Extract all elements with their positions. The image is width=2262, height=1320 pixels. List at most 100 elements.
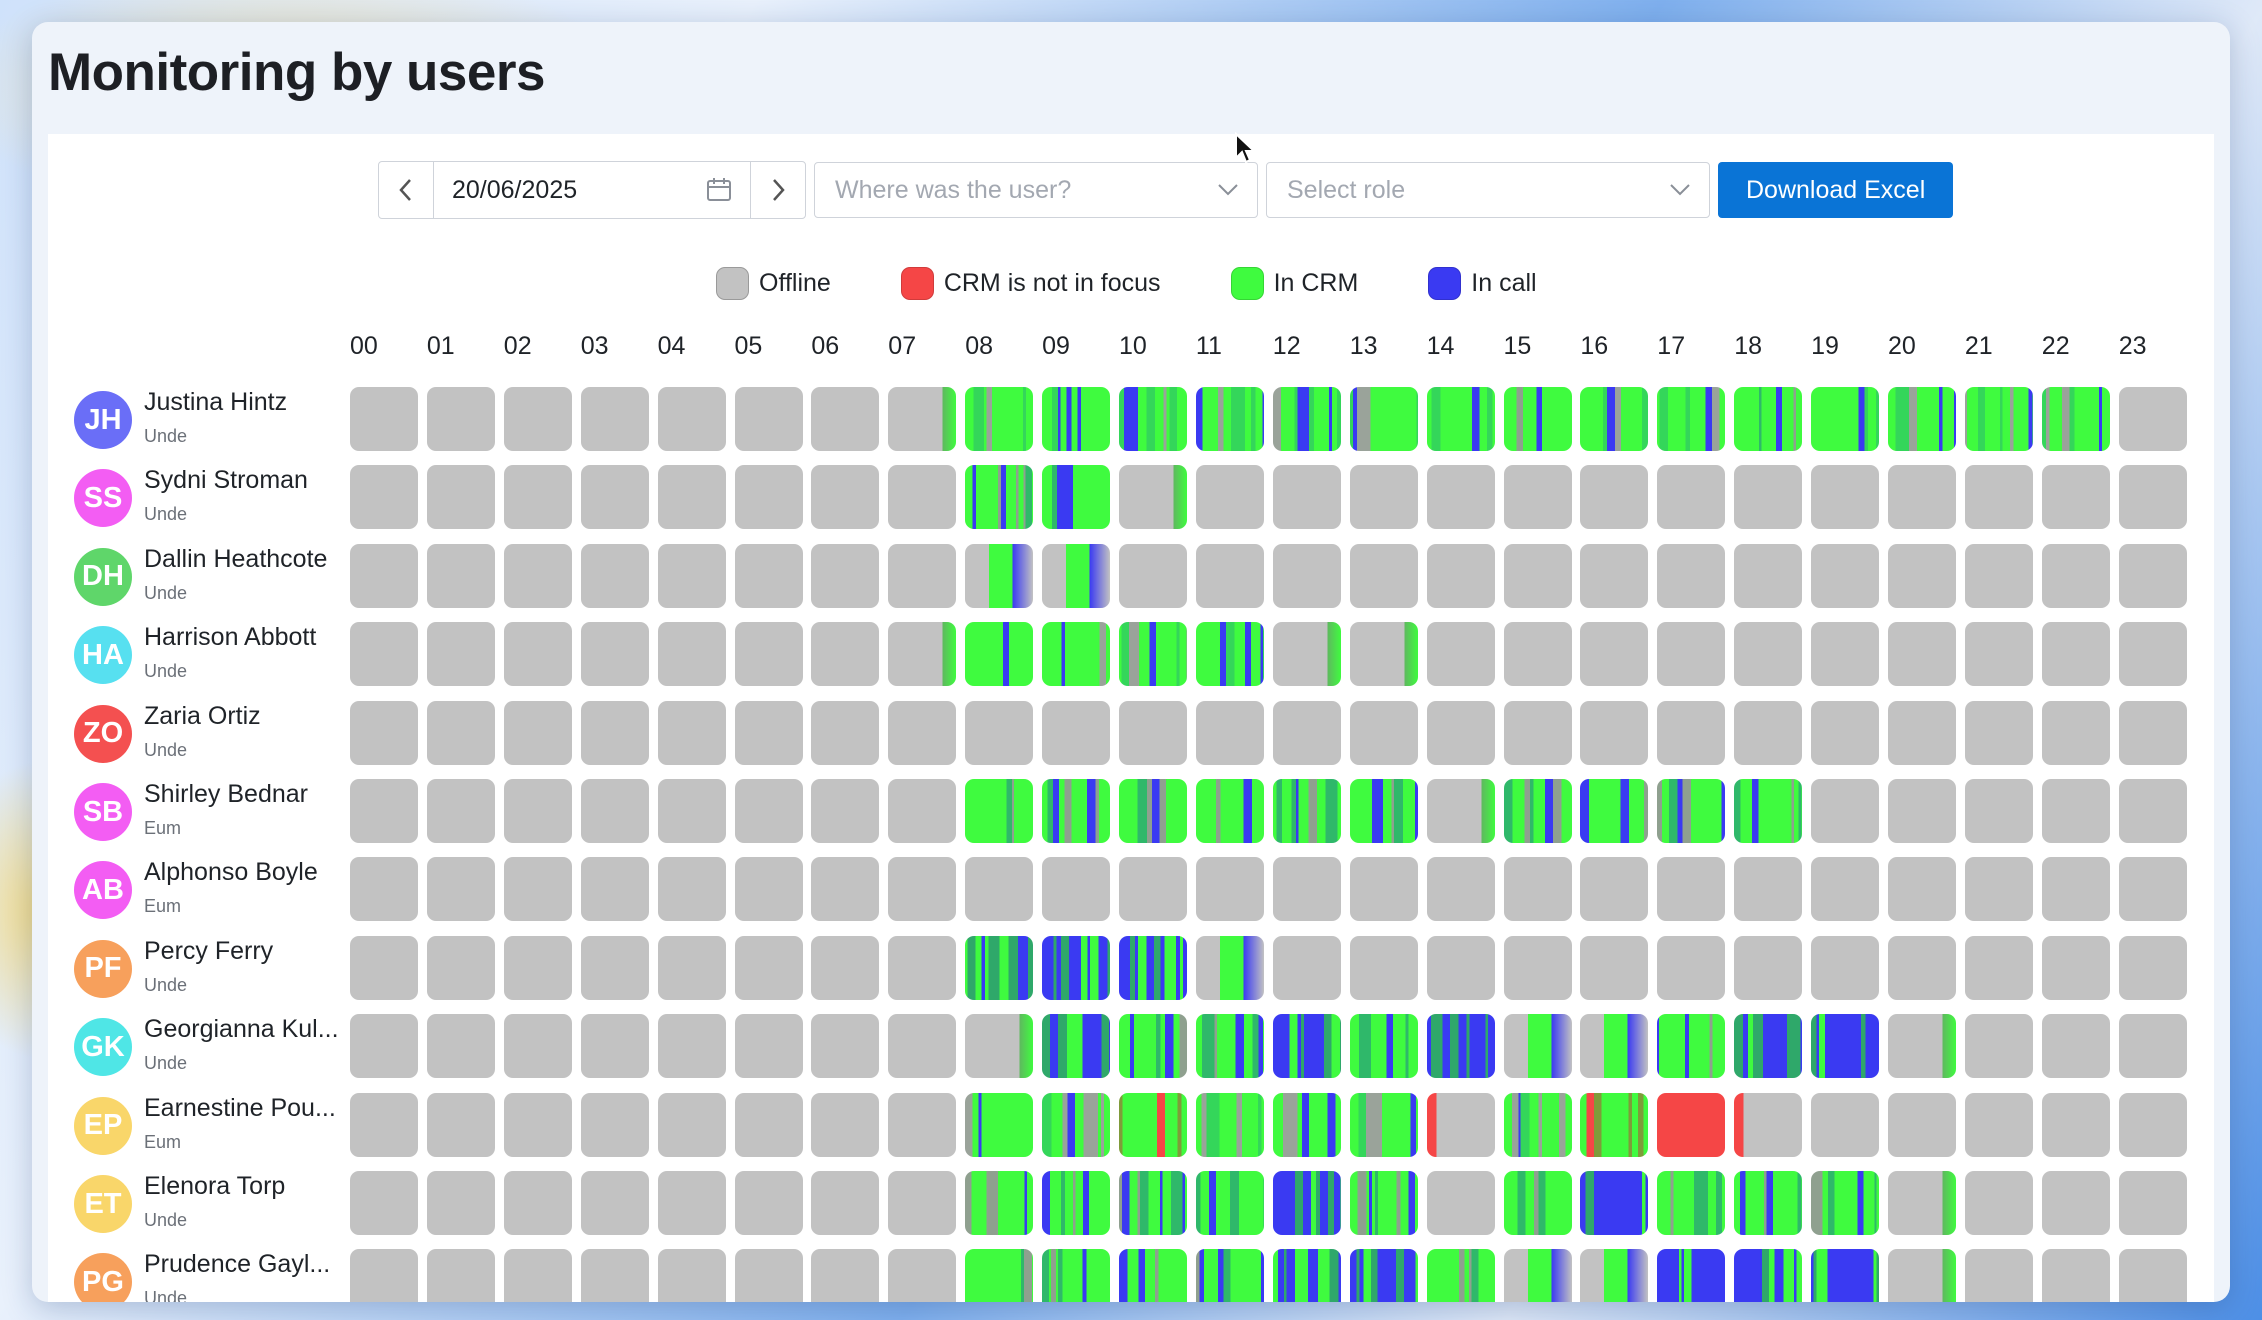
activity-cell[interactable] [1964, 387, 2033, 451]
activity-cell[interactable] [657, 857, 726, 922]
activity-cell[interactable] [1042, 1249, 1111, 1302]
activity-cell[interactable] [1503, 779, 1572, 843]
activity-cell[interactable] [888, 622, 957, 687]
activity-cell[interactable] [1042, 465, 1111, 530]
activity-cell[interactable] [1964, 543, 2033, 608]
activity-cell[interactable] [1119, 779, 1187, 843]
activity-cell[interactable] [1964, 1014, 2033, 1079]
activity-cell[interactable] [888, 387, 957, 451]
activity-cell[interactable] [350, 387, 418, 451]
activity-cell[interactable] [1426, 779, 1495, 843]
activity-cell[interactable] [2118, 935, 2187, 1000]
activity-cell[interactable] [965, 622, 1034, 687]
activity-cell[interactable] [811, 1171, 880, 1235]
activity-cell[interactable] [1657, 779, 1726, 843]
activity-cell[interactable] [350, 1249, 418, 1302]
activity-cell[interactable] [1119, 935, 1187, 1000]
activity-cell[interactable] [350, 935, 418, 1000]
activity-cell[interactable] [734, 1092, 803, 1157]
activity-cell[interactable] [1349, 779, 1418, 843]
activity-cell[interactable] [1657, 465, 1726, 530]
activity-cell[interactable] [1042, 1014, 1111, 1079]
activity-cell[interactable] [1888, 779, 1956, 843]
activity-cell[interactable] [1888, 700, 1956, 765]
activity-cell[interactable] [2118, 465, 2187, 530]
activity-cell[interactable] [426, 1092, 495, 1157]
activity-cell[interactable] [1734, 1014, 1803, 1079]
activity-cell[interactable] [503, 1014, 572, 1079]
activity-cell[interactable] [426, 700, 495, 765]
activity-cell[interactable] [657, 700, 726, 765]
activity-cell[interactable] [1734, 1249, 1803, 1302]
activity-cell[interactable] [657, 1092, 726, 1157]
activity-cell[interactable] [350, 622, 418, 687]
activity-cell[interactable] [580, 779, 649, 843]
activity-cell[interactable] [734, 779, 803, 843]
activity-cell[interactable] [580, 1249, 649, 1302]
activity-cell[interactable] [734, 935, 803, 1000]
activity-cell[interactable] [1657, 387, 1726, 451]
location-select[interactable]: Where was the user? [814, 162, 1258, 218]
activity-cell[interactable] [1734, 387, 1803, 451]
activity-cell[interactable] [657, 1249, 726, 1302]
activity-cell[interactable] [1503, 700, 1572, 765]
activity-cell[interactable] [1734, 779, 1803, 843]
activity-cell[interactable] [350, 465, 418, 530]
activity-cell[interactable] [580, 700, 649, 765]
activity-cell[interactable] [2041, 779, 2110, 843]
activity-cell[interactable] [1580, 387, 1649, 451]
activity-cell[interactable] [1272, 779, 1341, 843]
activity-cell[interactable] [503, 465, 572, 530]
activity-cell[interactable] [2118, 387, 2187, 451]
activity-cell[interactable] [580, 857, 649, 922]
activity-cell[interactable] [734, 857, 803, 922]
activity-cell[interactable] [1888, 1249, 1956, 1302]
activity-cell[interactable] [1888, 1171, 1956, 1235]
activity-cell[interactable] [965, 1014, 1034, 1079]
activity-cell[interactable] [503, 857, 572, 922]
activity-cell[interactable] [811, 700, 880, 765]
activity-cell[interactable] [1888, 935, 1956, 1000]
activity-cell[interactable] [350, 543, 418, 608]
activity-cell[interactable] [1119, 1249, 1187, 1302]
activity-cell[interactable] [1503, 935, 1572, 1000]
activity-cell[interactable] [1349, 1014, 1418, 1079]
activity-cell[interactable] [1272, 935, 1341, 1000]
activity-cell[interactable] [1811, 857, 1880, 922]
activity-cell[interactable] [2041, 857, 2110, 922]
activity-cell[interactable] [1119, 465, 1187, 530]
activity-cell[interactable] [1119, 1092, 1187, 1157]
activity-cell[interactable] [1119, 387, 1187, 451]
activity-cell[interactable] [1426, 387, 1495, 451]
activity-cell[interactable] [1734, 543, 1803, 608]
activity-cell[interactable] [580, 935, 649, 1000]
activity-cell[interactable] [2118, 1014, 2187, 1079]
activity-cell[interactable] [811, 1014, 880, 1079]
activity-cell[interactable] [503, 935, 572, 1000]
activity-cell[interactable] [1195, 543, 1264, 608]
activity-cell[interactable] [1580, 779, 1649, 843]
activity-cell[interactable] [1657, 935, 1726, 1000]
activity-cell[interactable] [2041, 387, 2110, 451]
activity-cell[interactable] [1349, 935, 1418, 1000]
activity-cell[interactable] [2041, 1171, 2110, 1235]
activity-cell[interactable] [1042, 387, 1111, 451]
activity-cell[interactable] [426, 935, 495, 1000]
activity-cell[interactable] [888, 1171, 957, 1235]
activity-cell[interactable] [1042, 543, 1111, 608]
activity-cell[interactable] [1042, 700, 1111, 765]
activity-cell[interactable] [734, 1249, 803, 1302]
activity-cell[interactable] [657, 1014, 726, 1079]
activity-cell[interactable] [1195, 387, 1264, 451]
activity-cell[interactable] [1195, 465, 1264, 530]
activity-cell[interactable] [1580, 543, 1649, 608]
activity-cell[interactable] [503, 779, 572, 843]
activity-cell[interactable] [1272, 700, 1341, 765]
activity-cell[interactable] [580, 622, 649, 687]
activity-cell[interactable] [965, 935, 1034, 1000]
activity-cell[interactable] [965, 700, 1034, 765]
activity-cell[interactable] [1272, 857, 1341, 922]
activity-cell[interactable] [1349, 387, 1418, 451]
activity-cell[interactable] [965, 1092, 1034, 1157]
activity-cell[interactable] [1811, 465, 1880, 530]
